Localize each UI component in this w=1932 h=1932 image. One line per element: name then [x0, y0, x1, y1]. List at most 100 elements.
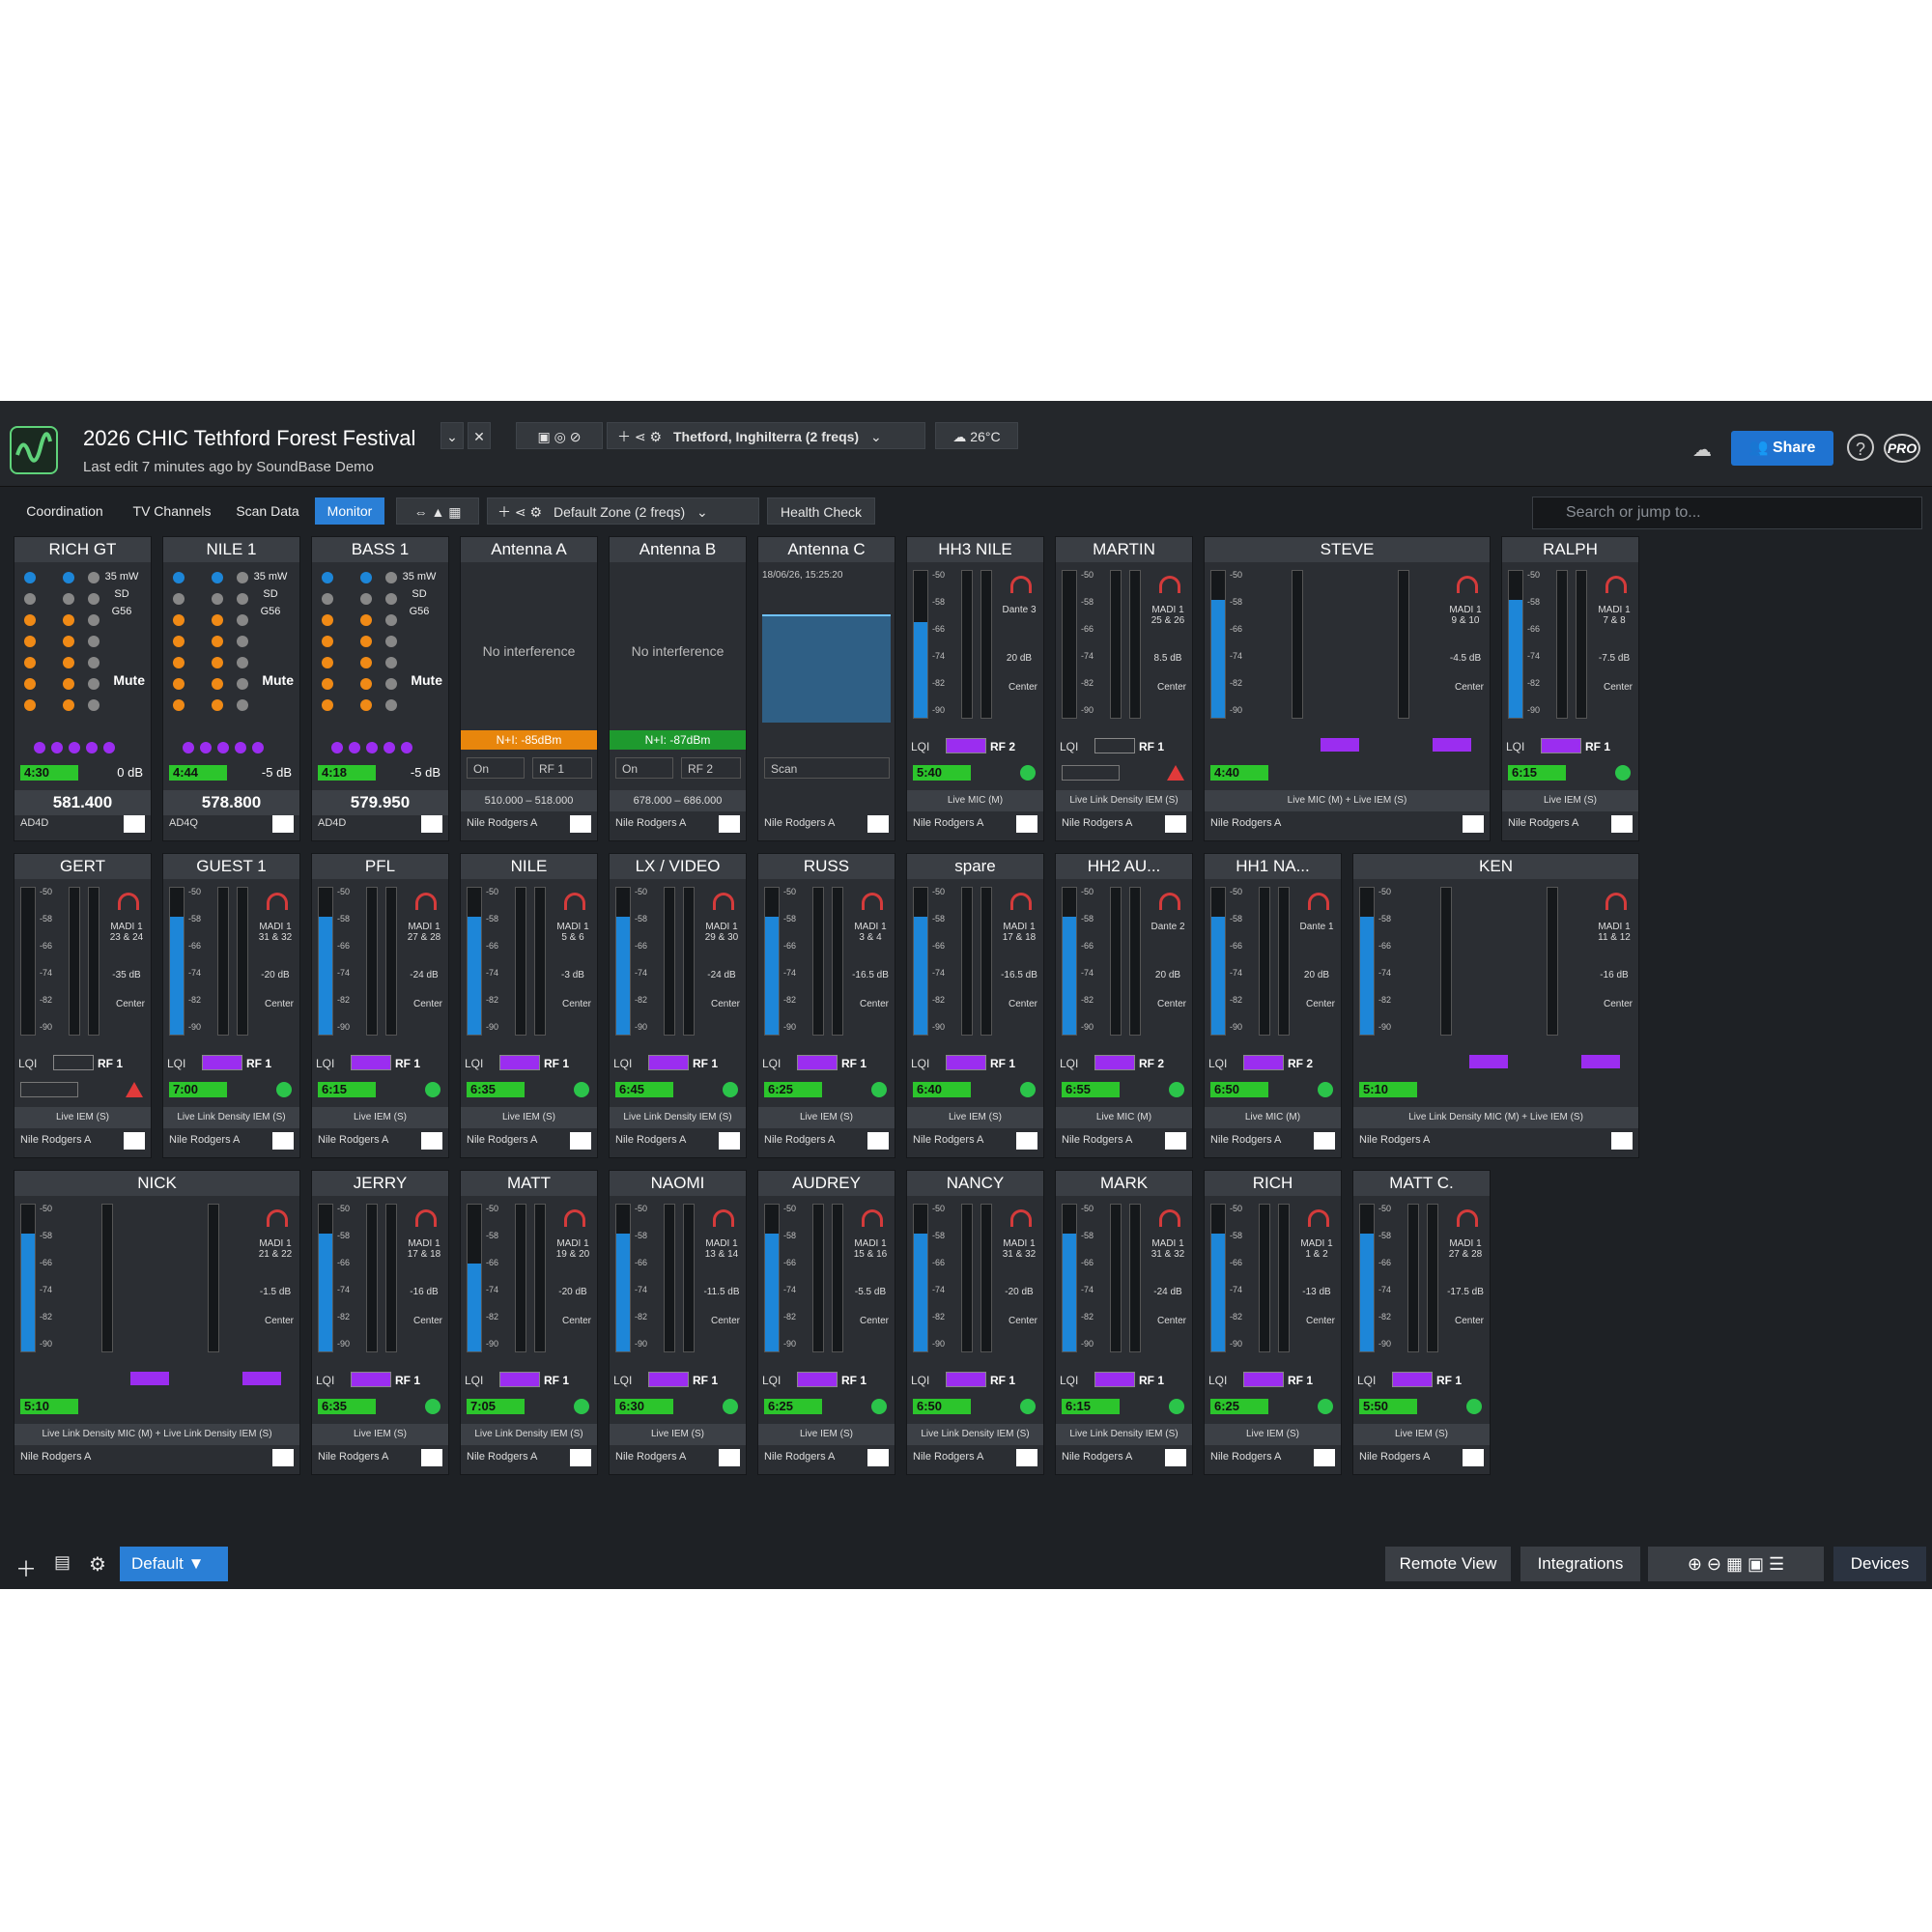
tab-scan-data[interactable]: Scan Data: [228, 497, 307, 525]
meter-tick: -58: [188, 914, 202, 923]
device-card[interactable]: Antenna C 18/06/26, 15:25:20 Scan Nile Rodg…: [757, 536, 895, 841]
mute-label[interactable]: Mute: [113, 672, 145, 688]
add-icon[interactable]: ＋: [497, 504, 511, 520]
mode-label: SD: [114, 588, 129, 600]
device-card[interactable]: Antenna A No interference N+I: -85dBm On RF …: [460, 536, 598, 841]
audio-meter: [832, 887, 843, 1036]
device-card[interactable]: JERRY -50 -58 -66 -74 -82 -90 MADI 1 17 & 18 -16…: [311, 1170, 449, 1475]
mode-label: SD: [263, 588, 278, 600]
device-card[interactable]: Antenna B No interference N+I: -87dBm On RF …: [609, 536, 747, 841]
device-card[interactable]: MARK -50 -58 -66 -74 -82 -90 MADI 1 31 & 32 -24 …: [1055, 1170, 1193, 1475]
view-mode-group[interactable]: ⊕ ⊖ ▦ ▣ ☰: [1648, 1547, 1824, 1581]
frequency[interactable]: 579.950: [312, 790, 448, 815]
status-led: [322, 572, 333, 583]
meter-tick: -90: [486, 1339, 499, 1349]
device-card[interactable]: MATT -50 -58 -66 -74 -82 -90 MADI 1 19 & 20 -20 …: [460, 1170, 598, 1475]
layout-dropdown[interactable]: Default ▼: [120, 1547, 228, 1581]
device-card[interactable]: spare -50 -58 -66 -74 -82 -90 MADI 1 17 & 18 -16…: [906, 853, 1044, 1158]
device-card[interactable]: LX / VIDEO -50 -58 -66 -74 -82 -90 MADI 1 29 & …: [609, 853, 747, 1158]
lqi-bars: [1243, 1055, 1284, 1070]
antenna-state[interactable]: On: [615, 757, 673, 779]
tab-coordination[interactable]: Coordination: [14, 497, 116, 525]
device-card[interactable]: GUEST 1 -50 -58 -66 -74 -82 -90 MADI 1 31 & 32 -…: [162, 853, 300, 1158]
notes-icon[interactable]: ▤: [54, 1552, 71, 1573]
antenna-rf[interactable]: RF 2: [681, 757, 741, 779]
integrations-button[interactable]: Integrations: [1520, 1547, 1640, 1581]
health-check-button[interactable]: Health Check: [767, 497, 875, 525]
share-icon[interactable]: ⋖: [515, 504, 526, 520]
antenna-rf[interactable]: RF 1: [532, 757, 592, 779]
meter-tick: -66: [932, 941, 946, 951]
device-card[interactable]: NILE -50 -58 -66 -74 -82 -90 MADI 1 5 & 6 -3 dB C…: [460, 853, 598, 1158]
monitor-tools[interactable]: ⇔ ▲ ▦: [396, 497, 479, 525]
cloud-icon: ☁: [952, 429, 967, 444]
device-card[interactable]: NICK -50 -58 -66 -74 -82 -90 MADI 1 21 & 22 -1.5…: [14, 1170, 300, 1475]
device-card[interactable]: HH2 AU... -50 -58 -66 -74 -82 -90 Dante 2 20 dB C…: [1055, 853, 1193, 1158]
device-card[interactable]: BASS 1 35 mW SD G56 Mute 4:18 -5 dB 579.950 AD4D: [311, 536, 449, 841]
meter-fill: [468, 917, 481, 1035]
add-icon[interactable]: ＋: [617, 429, 631, 444]
gear-icon[interactable]: ⚙: [650, 429, 663, 444]
device-card[interactable]: RUSS -50 -58 -66 -74 -82 -90 MADI 1 3 & 4 -16.5 …: [757, 853, 895, 1158]
battery-level: 6:25: [764, 1082, 822, 1097]
frequency[interactable]: 581.400: [14, 790, 151, 815]
help-icon[interactable]: ?: [1847, 434, 1874, 461]
device-card[interactable]: MARTIN -50 -58 -66 -74 -82 -90 MADI 1 25 & 26 8.…: [1055, 536, 1193, 841]
cloud-sync-icon[interactable]: ☁: [1692, 438, 1712, 462]
pan-label: Center: [1454, 1316, 1484, 1326]
device-card[interactable]: NAOMI -50 -58 -66 -74 -82 -90 MADI 1 13 & 14 -11…: [609, 1170, 747, 1475]
share-button[interactable]: 👥 Share: [1731, 431, 1833, 466]
remote-view-button[interactable]: Remote View: [1385, 1547, 1511, 1581]
device-card[interactable]: GERT -50 -58 -66 -74 -82 -90 MADI 1 23 & 24 -35 …: [14, 853, 152, 1158]
lqi-bars: [648, 1055, 689, 1070]
close-icon[interactable]: ✕: [468, 422, 491, 449]
devices-button[interactable]: Devices: [1833, 1547, 1926, 1581]
battery-level: 4:44: [169, 765, 227, 781]
sennheiser-logo-icon: [272, 1449, 294, 1466]
footer-label: Nile Rodgers A: [764, 1451, 836, 1463]
meter-tick: -74: [1230, 968, 1243, 978]
mute-label[interactable]: Mute: [411, 672, 442, 688]
sennheiser-logo-icon: [1016, 815, 1037, 833]
device-card[interactable]: RICH GT 35 mW SD G56 Mute 4:30 0 dB 581.400 AD4D: [14, 536, 152, 841]
search-input[interactable]: Search or jump to...: [1532, 497, 1922, 529]
tab-monitor[interactable]: Monitor: [315, 497, 384, 525]
pro-badge[interactable]: PRO: [1884, 434, 1920, 463]
antenna-state[interactable]: On: [467, 757, 525, 779]
meter-tick: -90: [635, 1339, 648, 1349]
device-card[interactable]: HH1 NA... -50 -58 -66 -74 -82 -90 Dante 1 20 dB C…: [1204, 853, 1342, 1158]
device-card[interactable]: RALPH -50 -58 -66 -74 -82 -90 MADI 1 7 & 8 -7.5 …: [1501, 536, 1639, 841]
gear-icon[interactable]: ⚙: [530, 504, 543, 520]
device-name: spare: [907, 854, 1043, 879]
device-card[interactable]: NANCY -50 -58 -66 -74 -82 -90 MADI 1 31 & 32 -20…: [906, 1170, 1044, 1475]
location-selector[interactable]: ＋ ⋖ ⚙ Thetford, Inghilterra (2 freqs) ⌄: [607, 422, 925, 449]
device-card[interactable]: PFL -50 -58 -66 -74 -82 -90 MADI 1 27 & 28 -24 d…: [311, 853, 449, 1158]
tab-tv-channels[interactable]: TV Channels: [124, 497, 220, 525]
chevron-down-icon[interactable]: ⌄: [440, 422, 464, 449]
audio-meter: [101, 1204, 113, 1352]
zone-selector[interactable]: ＋ ⋖ ⚙ Default Zone (2 freqs) ⌄: [487, 497, 759, 525]
meter-tick: -50: [486, 887, 499, 896]
lqi-label: LQI: [911, 1374, 930, 1387]
mute-label[interactable]: Mute: [262, 672, 294, 688]
device-card[interactable]: MATT C. -50 -58 -66 -74 -82 -90 MADI 1 27 & 28 -…: [1352, 1170, 1491, 1475]
device-card[interactable]: AUDREY -50 -58 -66 -74 -82 -90 MADI 1 15 & 16 -5…: [757, 1170, 895, 1475]
frequency[interactable]: 578.800: [163, 790, 299, 815]
device-card[interactable]: RICH -50 -58 -66 -74 -82 -90 MADI 1 1 & 2 -13 dB…: [1204, 1170, 1342, 1475]
view-tools-group[interactable]: ▣ ◎ ⊘: [516, 422, 603, 449]
device-card[interactable]: KEN -50 -58 -66 -74 -82 -90 MADI 1 11 & 12 -16 d…: [1352, 853, 1639, 1158]
project-title[interactable]: 2026 CHIC Tethford Forest Festival: [83, 426, 415, 451]
receiver-info: 35 mW SD G56: [99, 568, 145, 620]
device-card[interactable]: NILE 1 35 mW SD G56 Mute 4:44 -5 dB 578.800 AD4Q: [162, 536, 300, 841]
scan-button[interactable]: Scan: [764, 757, 890, 779]
pan-label: Center: [710, 1316, 740, 1326]
rf-label: RF 2: [1288, 1057, 1314, 1070]
share-icon[interactable]: ⋖: [635, 429, 646, 444]
gear-icon[interactable]: ⚙: [89, 1552, 106, 1577]
device-card[interactable]: STEVE -50 -58 -66 -74 -82 -90 MADI 1 9 & 10 -4.5…: [1204, 536, 1491, 841]
add-icon[interactable]: ＋: [15, 1552, 37, 1583]
audio-meter: [664, 887, 675, 1036]
battery-level: 6:15: [318, 1082, 376, 1097]
device-card[interactable]: HH3 NILE -50 -58 -66 -74 -82 -90 Dante 3 20 dB Ce…: [906, 536, 1044, 841]
lqi-label: LQI: [465, 1374, 484, 1387]
